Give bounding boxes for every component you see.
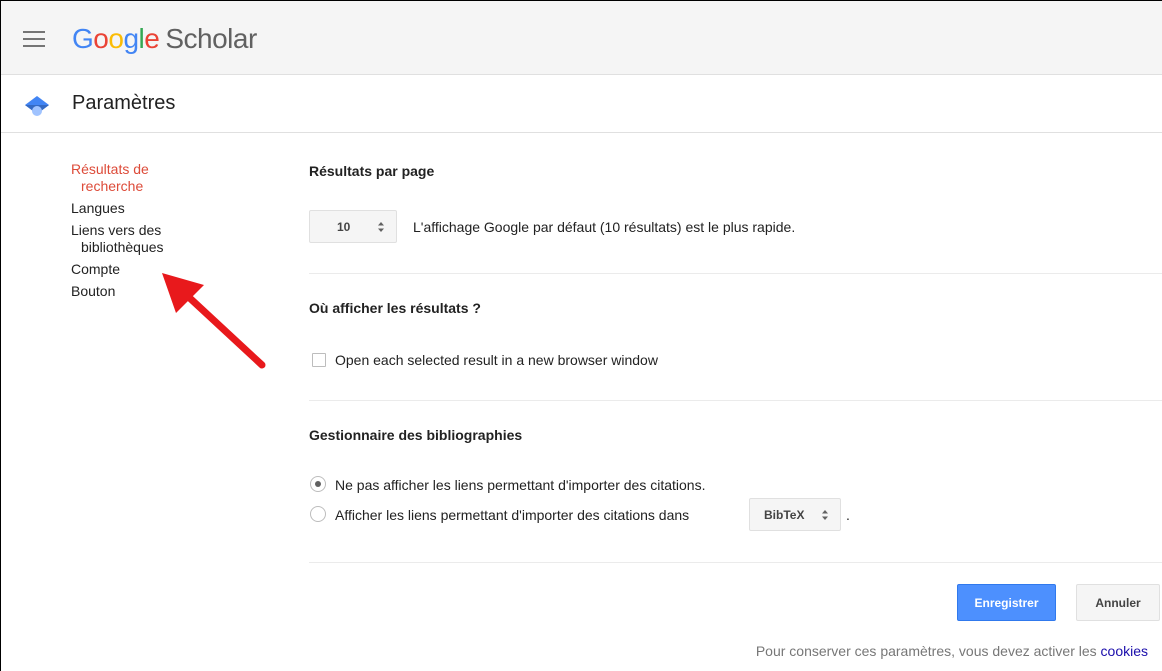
hamburger-menu-icon[interactable] <box>23 31 45 47</box>
results-per-page-description: L'affichage Google par défaut (10 résult… <box>413 219 796 235</box>
select-arrows-icon <box>378 221 384 232</box>
cookies-link[interactable]: cookies <box>1101 643 1148 659</box>
nav-item-languages[interactable]: Langues <box>71 200 211 217</box>
section-title-results-per-page: Résultats par page <box>309 163 435 179</box>
radio-show-citation-links-label[interactable]: Afficher les liens permettant d'importer… <box>335 507 689 523</box>
citation-format-select[interactable]: BibTeX <box>749 498 841 531</box>
radio-show-citation-links[interactable] <box>310 506 326 522</box>
section-divider <box>309 400 1162 401</box>
new-window-checkbox[interactable] <box>312 353 326 367</box>
results-per-page-select[interactable]: 10 <box>309 210 397 243</box>
graduation-cap-icon <box>25 96 49 116</box>
logo-scholar-text: Scholar <box>165 23 257 54</box>
section-divider <box>309 273 1162 274</box>
red-annotation-arrow-icon <box>162 273 266 369</box>
nav-item-library-links[interactable]: Liens vers des bibliothèques <box>71 222 211 256</box>
cookies-notice: Pour conserver ces paramètres, vous deve… <box>755 643 1148 659</box>
nav-item-search-results[interactable]: Résultats de recherche <box>71 161 211 195</box>
section-divider <box>309 562 1162 563</box>
page-title: Paramètres <box>72 92 176 114</box>
save-button[interactable]: Enregistrer <box>957 584 1056 621</box>
new-window-checkbox-label[interactable]: Open each selected result in a new brows… <box>335 352 658 368</box>
page-header: Paramètres <box>1 76 1162 133</box>
citation-format-trailing-period: . <box>846 507 850 523</box>
select-arrows-icon <box>822 509 828 520</box>
radio-no-citation-links[interactable] <box>310 476 326 492</box>
section-title-bibliography: Gestionnaire des bibliographies <box>309 427 523 443</box>
top-app-bar: Google Scholar <box>1 1 1162 75</box>
section-title-where-results: Où afficher les résultats ? <box>309 300 481 316</box>
cancel-button[interactable]: Annuler <box>1076 584 1160 621</box>
radio-no-citation-links-label[interactable]: Ne pas afficher les liens permettant d'i… <box>335 477 705 493</box>
google-scholar-logo[interactable]: Google Scholar <box>72 23 257 55</box>
